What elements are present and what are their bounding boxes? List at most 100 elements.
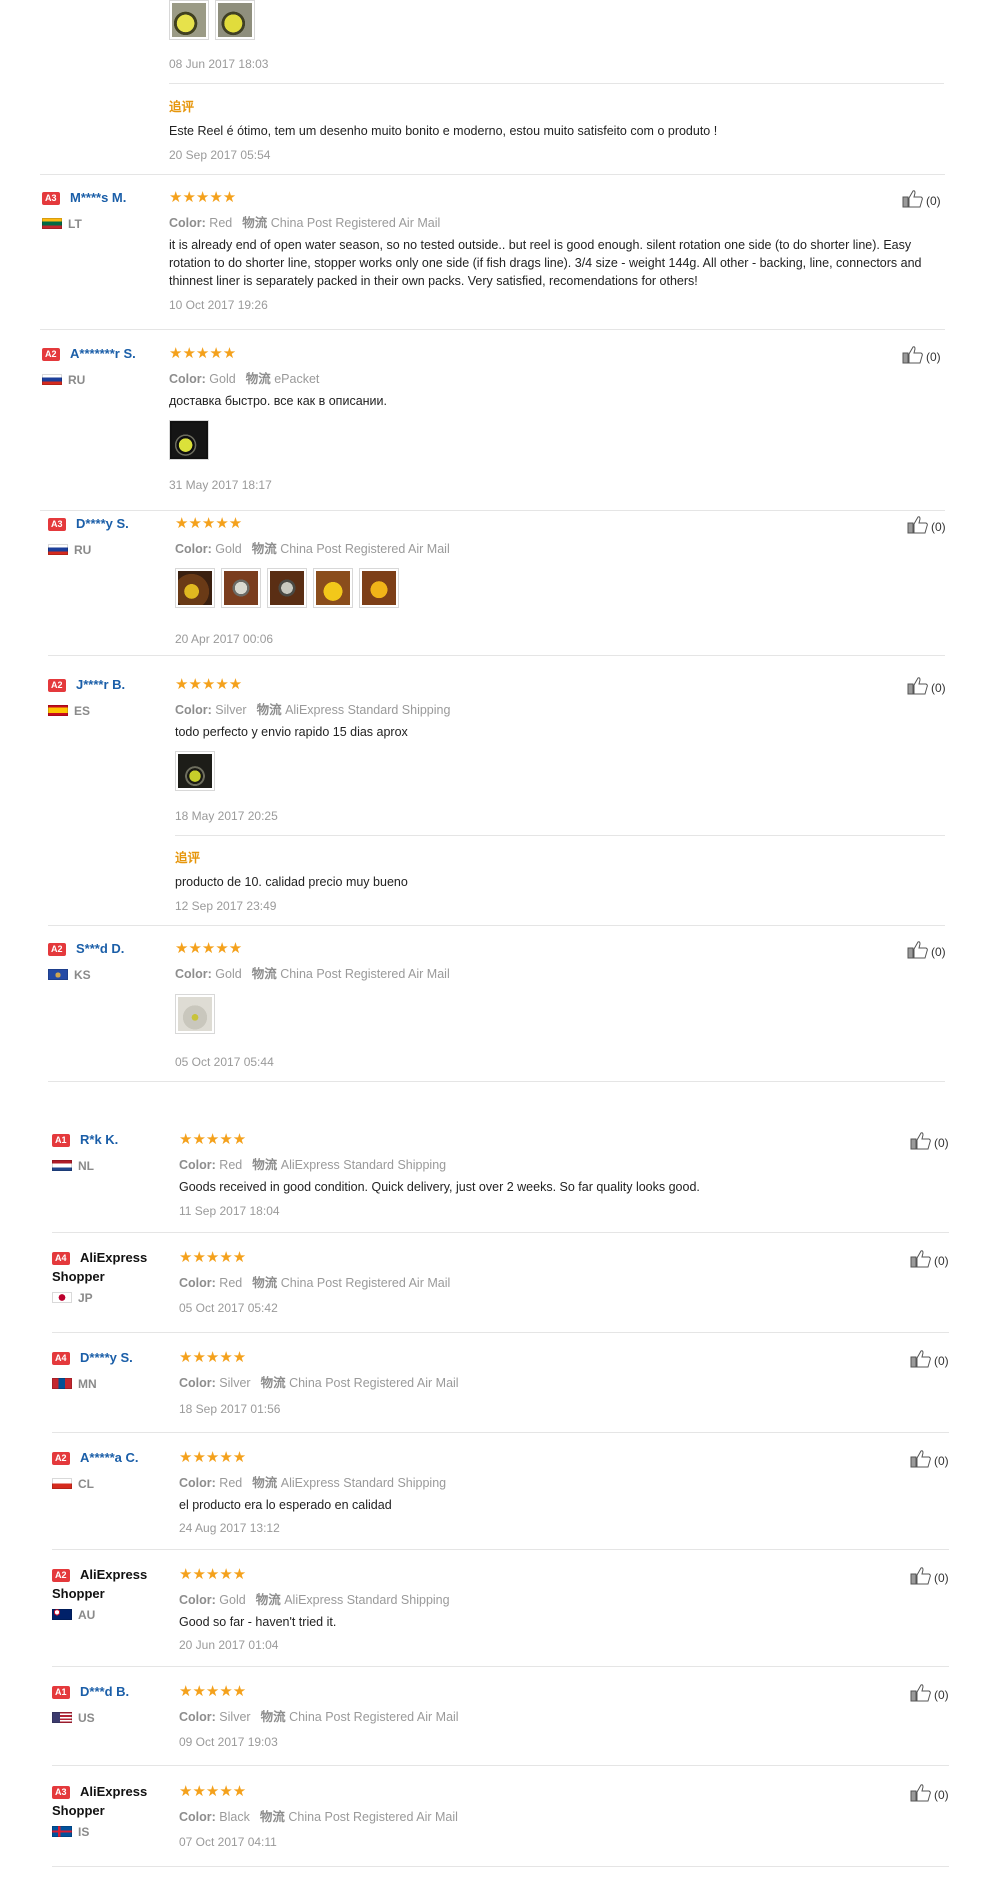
helpful-button[interactable]: (0) xyxy=(910,1350,949,1368)
thumbs-up-icon xyxy=(907,677,928,695)
iceland-flag-icon xyxy=(52,1826,72,1837)
helpful-button[interactable]: (0) xyxy=(910,1784,949,1802)
review-photos xyxy=(175,568,399,608)
usa-flag-icon xyxy=(52,1712,72,1723)
review-date: 18 Sep 2017 01:56 xyxy=(179,1402,281,1416)
review-photo-thumbnail[interactable] xyxy=(175,568,215,608)
order-info: Color: Gold 物流 China Post Registered Air … xyxy=(175,967,450,981)
buyer-level-badge: A3 xyxy=(42,192,60,205)
buyer-name[interactable]: A*******r S. xyxy=(70,346,136,361)
thumbs-up-icon xyxy=(902,346,923,364)
additional-feedback-date: 12 Sep 2017 23:49 xyxy=(175,899,277,913)
review-photo-thumbnail[interactable] xyxy=(267,568,307,608)
buyer-level-badge: A2 xyxy=(52,1452,70,1465)
buyer-country: MN xyxy=(52,1377,97,1391)
review-date: 20 Jun 2017 01:04 xyxy=(179,1638,279,1652)
buyer-country: RU xyxy=(48,543,91,557)
star-rating: ★★★★★ xyxy=(179,1449,247,1466)
review-photo-thumbnail[interactable] xyxy=(169,420,209,460)
additional-feedback-text: Este Reel é ótimo, tem um desenho muito … xyxy=(169,124,718,138)
buyer-country: IS xyxy=(52,1825,89,1839)
star-rating: ★★★★★ xyxy=(179,1683,247,1700)
thumbs-up-icon xyxy=(910,1450,931,1468)
helpful-button[interactable]: (0) xyxy=(907,677,946,695)
helpful-button[interactable]: (0) xyxy=(910,1132,949,1150)
order-info: Color: Silver 物流 AliExpress Standard Ship… xyxy=(175,703,451,717)
star-rating: ★★★★★ xyxy=(175,676,243,693)
order-info: Color: Gold 物流 AliExpress Standard Shippi… xyxy=(179,1593,450,1607)
divider xyxy=(52,1432,949,1433)
review-photo-thumbnail[interactable] xyxy=(359,568,399,608)
lithuania-flag-icon xyxy=(42,218,62,229)
review-photo-thumbnail[interactable] xyxy=(221,568,261,608)
helpful-button[interactable]: (0) xyxy=(910,1250,949,1268)
helpful-button[interactable]: (0) xyxy=(907,941,946,959)
order-info: Color: Red 物流 China Post Registered Air M… xyxy=(169,216,441,230)
helpful-button[interactable]: (0) xyxy=(902,346,941,364)
divider xyxy=(52,1866,949,1867)
helpful-button[interactable]: (0) xyxy=(902,190,941,208)
helpful-button[interactable]: (0) xyxy=(910,1684,949,1702)
netherlands-flag-icon xyxy=(52,1160,72,1171)
buyer-name[interactable]: D****y S. xyxy=(76,516,129,531)
order-info: Color: Red 物流 China Post Registered Air M… xyxy=(179,1276,451,1290)
buyer-name[interactable]: M****s M. xyxy=(70,190,126,205)
additional-feedback-date: 20 Sep 2017 05:54 xyxy=(169,148,271,162)
review-photos xyxy=(175,994,215,1034)
buyer-country: ES xyxy=(48,704,90,718)
thumbs-up-icon xyxy=(910,1784,931,1802)
order-info: Color: Silver 物流 China Post Registered Ai… xyxy=(179,1376,459,1390)
divider xyxy=(52,1666,949,1667)
divider xyxy=(52,1765,949,1766)
additional-feedback-label: 追评 xyxy=(175,851,201,865)
thumbs-up-icon xyxy=(907,941,928,959)
review-date: 24 Aug 2017 13:12 xyxy=(179,1521,280,1535)
buyer-country: LT xyxy=(42,217,82,231)
buyer-level-badge: A1 xyxy=(52,1686,70,1699)
review-text: it is already end of open water season, … xyxy=(169,238,922,288)
buyer-country: RU xyxy=(42,373,85,387)
divider xyxy=(175,835,945,836)
review-date: 31 May 2017 18:17 xyxy=(169,478,272,492)
helpful-button[interactable]: (0) xyxy=(907,516,946,534)
star-rating: ★★★★★ xyxy=(169,345,237,362)
helpful-button[interactable]: (0) xyxy=(910,1567,949,1585)
buyer-name[interactable]: AliExpress Shopper xyxy=(52,1248,162,1286)
review-date: 18 May 2017 20:25 xyxy=(175,809,278,823)
buyer-name[interactable]: AliExpress Shopper xyxy=(52,1565,162,1603)
star-rating: ★★★★★ xyxy=(179,1783,247,1800)
buyer-name[interactable]: D***d B. xyxy=(80,1684,129,1699)
thumbs-up-icon xyxy=(907,516,928,534)
divider xyxy=(52,1332,949,1333)
buyer-name[interactable]: A*****a C. xyxy=(80,1450,139,1465)
divider xyxy=(169,83,944,84)
buyer-level-badge: A1 xyxy=(52,1134,70,1147)
buyer-level-badge: A3 xyxy=(48,518,66,531)
buyer-name[interactable]: R*k K. xyxy=(80,1132,118,1147)
buyer-country: AU xyxy=(52,1608,95,1622)
buyer-name[interactable]: D****y S. xyxy=(80,1350,133,1365)
buyer-name[interactable]: AliExpress Shopper xyxy=(52,1782,162,1820)
additional-feedback-text: producto de 10. calidad precio muy bueno xyxy=(175,875,408,889)
additional-feedback-label: 追评 xyxy=(169,100,195,114)
buyer-name[interactable]: J****r B. xyxy=(76,677,125,692)
thumbs-up-icon xyxy=(910,1250,931,1268)
review-photo-thumbnail[interactable] xyxy=(175,751,215,791)
buyer-name[interactable]: S***d D. xyxy=(76,941,124,956)
kosovo-flag-icon xyxy=(48,969,68,980)
japan-flag-icon xyxy=(52,1292,72,1303)
review-photo-thumbnail[interactable] xyxy=(215,0,255,40)
thumbs-up-icon xyxy=(910,1684,931,1702)
buyer-country: KS xyxy=(48,968,91,982)
helpful-button[interactable]: (0) xyxy=(910,1450,949,1468)
review-photos xyxy=(169,0,255,40)
star-rating: ★★★★★ xyxy=(179,1566,247,1583)
star-rating: ★★★★★ xyxy=(175,515,243,532)
divider xyxy=(48,925,945,926)
review-text: Goods received in good condition. Quick … xyxy=(179,1180,700,1194)
divider xyxy=(48,655,945,656)
review-photo-thumbnail[interactable] xyxy=(169,0,209,40)
divider xyxy=(52,1549,949,1550)
review-photo-thumbnail[interactable] xyxy=(313,568,353,608)
review-photo-thumbnail[interactable] xyxy=(175,994,215,1034)
